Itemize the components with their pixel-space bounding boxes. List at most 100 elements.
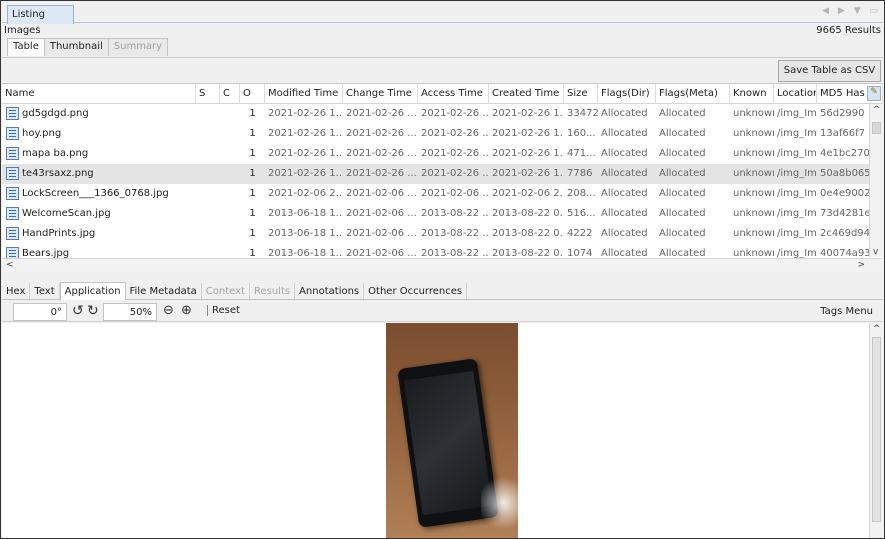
cell-o: 1 [249,228,256,239]
cell-c [220,144,240,164]
cell-access-time: 2013-08-22 ... [421,228,489,239]
table-scroll-thumb[interactable] [872,122,881,134]
viewer-scroll-up-icon[interactable]: ^ [873,324,881,334]
cell-flags-dir: Allocated [601,228,648,239]
tab-summary: Summary [107,38,169,56]
table-vertical-scrollbar[interactable]: ^ v [869,104,883,257]
tab-file-metadata[interactable]: File Metadata [126,283,202,301]
cell-c [220,104,240,124]
column-header-created-time[interactable]: Created Time [489,84,564,104]
cell-known: unknown [733,188,774,199]
table-row[interactable]: WelcomeScan.jpg 1 2013-06-18 1... 2021-02-0… [2,204,878,224]
cell-change-time: 2021-02-26 ... [346,168,417,179]
column-header-o[interactable]: O [240,84,265,104]
cell-location: /img_Im... [777,168,817,179]
cell-flags-dir: Allocated [601,188,648,199]
tab-other-occurrences[interactable]: Other Occurrences [364,283,468,301]
cell-c [220,204,240,224]
rotate-right-icon[interactable]: ↻ [87,303,99,319]
table-row[interactable]: HandPrints.jpg 1 2013-06-18 1... 2021-02-06… [2,224,878,244]
cell-known: unknown [733,128,774,139]
cell-size: 7786 [567,168,593,179]
cell-modified-time: 2013-06-18 1... [268,228,343,239]
tag-icon[interactable]: ✎ [867,86,881,101]
cell-flags-meta: Allocated [659,128,706,139]
scroll-right-icon[interactable]: > [857,260,865,270]
scroll-down-icon[interactable]: v [873,247,878,257]
cell-size: 471... [567,148,596,159]
column-header-flags-meta[interactable]: Flags(Meta) [656,84,730,104]
column-header-access-time[interactable]: Access Time [418,84,489,104]
tags-menu-button[interactable]: Tags Menu [820,306,873,317]
scroll-up-icon[interactable]: ^ [873,105,881,115]
cell-s [196,144,220,164]
column-header-flags-dir[interactable]: Flags(Dir) [598,84,656,104]
cell-o: 1 [249,208,256,219]
cell-access-time: 2021-02-26 ... [421,128,489,139]
column-header-location[interactable]: Location [774,84,817,104]
cell-s [196,164,220,184]
content-viewer-tabs: Hex Text Application File Metadata Context Re… [2,282,883,301]
column-header-c[interactable]: C [220,84,240,104]
cell-o: 1 [249,188,256,199]
cell-flags-meta: Allocated [659,148,706,159]
tab-hex[interactable]: Hex [2,283,31,301]
cell-created-time: 2021-02-26 1... [492,148,564,159]
cell-flags-meta: Allocated [659,188,706,199]
tab-table[interactable]: Table [7,38,45,56]
window-nav-controls[interactable]: ◀ ▶ ▼ ▭ [822,6,881,16]
cell-size: 4222 [567,228,593,239]
viewer-scroll-thumb[interactable] [872,337,881,522]
table-row[interactable]: hoy.png 1 2021-02-26 1... 2021-02-26 ... 202… [2,124,878,144]
cell-c [220,224,240,244]
tab-thumbnail[interactable]: Thumbnail [43,38,109,56]
table-row[interactable]: LockScreen___1366_0768.jpg 1 2021-02-06 2.… [2,184,878,204]
cell-name: WelcomeScan.jpg [22,208,111,219]
column-header-s[interactable]: S [196,84,220,104]
cell-o: 1 [249,128,256,139]
tab-annotations[interactable]: Annotations [295,283,365,301]
column-header-name[interactable]: Name [2,84,196,104]
table-row[interactable]: gd5gdgd.png 1 2021-02-26 1... 2021-02-26 ..… [2,104,878,124]
cell-size: 208... [567,188,596,199]
cell-modified-time: 2021-02-26 1... [268,148,343,159]
zoom-level-field[interactable]: 50% [103,303,157,321]
cell-created-time: 2021-02-26 1... [492,108,564,119]
table-row[interactable]: mapa ba.png 1 2021-02-26 1... 2021-02-26 ..… [2,144,878,164]
zoom-out-icon[interactable]: ⊖ [163,303,174,319]
cell-location: /img_Im... [777,128,817,139]
viewer-vertical-scrollbar[interactable]: ^ [869,323,883,538]
cell-o: 1 [249,168,256,179]
cell-flags-dir: Allocated [601,208,648,219]
zoom-in-icon[interactable]: ⊕ [181,303,192,319]
cell-flags-meta: Allocated [659,228,706,239]
save-table-csv-button[interactable]: Save Table as CSV [778,60,881,82]
rotation-field[interactable]: 0° [13,303,67,321]
table-horizontal-scrollbar[interactable]: < > [2,258,883,272]
image-viewer-toolbar: 0° ↺ ↻ 50% ⊖ ⊕ Reset Tags Menu [2,302,883,322]
cell-o: 1 [249,108,256,119]
cell-created-time: 2021-02-26 1... [492,128,564,139]
column-header-size[interactable]: Size [564,84,598,104]
cell-modified-time: 2021-02-06 2... [268,188,343,199]
cell-change-time: 2021-02-06 ... [346,228,417,239]
tab-application[interactable]: Application [59,282,126,300]
column-header-change-time[interactable]: Change Time [343,84,418,104]
cell-name: hoy.png [22,128,62,139]
cell-known: unknown [733,168,774,179]
column-header-known[interactable]: Known [730,84,774,104]
reset-button[interactable]: Reset [207,305,240,316]
cell-size: 160... [567,128,596,139]
tab-text[interactable]: Text [30,283,60,301]
cell-created-time: 2013-08-22 0... [492,208,564,219]
table-row[interactable]: te43rsaxz.png 1 2021-02-26 1... 2021-02-26 … [2,164,878,184]
cell-change-time: 2021-02-26 ... [346,148,417,159]
tab-results: Results [250,283,296,301]
rotate-left-icon[interactable]: ↺ [72,303,84,319]
scroll-left-icon[interactable]: < [6,260,14,270]
cell-access-time: 2021-02-26 ... [421,148,489,159]
image-preview [386,323,518,538]
cell-c [220,184,240,204]
column-header-modified-time[interactable]: Modified Time [265,84,343,104]
listing-tab[interactable]: Listing [7,5,74,24]
